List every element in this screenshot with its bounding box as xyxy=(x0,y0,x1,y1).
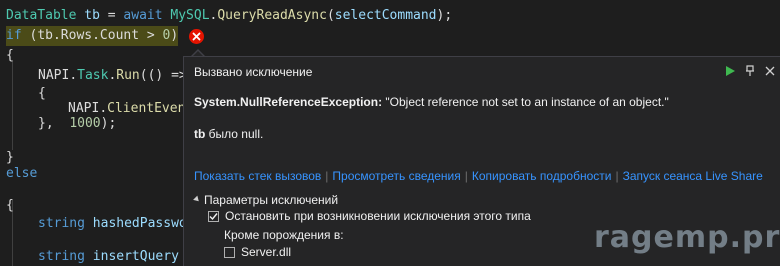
code-token: insertQuery xyxy=(92,249,179,264)
code-token: }, xyxy=(38,116,54,131)
code-token: string xyxy=(38,249,85,264)
exception-settings-title: Параметры исключений xyxy=(204,193,339,207)
code-token: ) xyxy=(170,28,179,43)
code-token: hashedPasswo xyxy=(92,216,187,231)
code-token: NAPI xyxy=(38,68,70,83)
indent-guide xyxy=(12,60,13,150)
code-line-5[interactable]: { xyxy=(38,84,46,104)
server-dll-label: Server.dll xyxy=(241,245,292,259)
separator: | xyxy=(615,169,619,183)
code-token: DataTable xyxy=(6,8,77,23)
code-token: ); xyxy=(436,8,453,23)
code-token: QueryReadAsync xyxy=(217,8,327,23)
show-call-stack-link[interactable]: Показать стек вызовов xyxy=(194,169,321,183)
code-token: = xyxy=(99,8,124,23)
expand-triangle-icon xyxy=(193,195,201,204)
separator: | xyxy=(464,169,468,183)
code-token: selectCommand xyxy=(334,8,437,23)
except-thrown-from-label: Кроме порождения в: xyxy=(224,228,344,242)
code-token: tb xyxy=(84,8,100,23)
continue-play-icon[interactable] xyxy=(722,63,738,79)
code-line-9[interactable]: else xyxy=(6,164,37,184)
popup-header: Вызвано исключение xyxy=(184,57,780,85)
exception-type: System.NullReferenceException: xyxy=(194,95,383,109)
code-token: Run xyxy=(116,68,140,83)
code-token: (() => xyxy=(139,68,187,83)
code-line-4[interactable]: NAPI.Task.Run(() => xyxy=(38,66,187,86)
code-line-10[interactable]: { xyxy=(6,196,14,216)
null-variable-text: было null. xyxy=(205,127,264,141)
null-variable-info: tb было null. xyxy=(194,127,263,141)
action-links: Показать стек вызовов | Просмотреть сведен… xyxy=(194,169,763,183)
watermark: ragemp.pro xyxy=(594,220,780,255)
code-token: . xyxy=(69,68,78,83)
break-on-exception-label: Остановить при возникновении исключения … xyxy=(225,209,531,223)
separator: | xyxy=(325,169,329,183)
code-token: Task xyxy=(77,68,109,83)
code-line-7[interactable]: }, 1000); xyxy=(38,114,116,134)
close-icon[interactable] xyxy=(762,63,778,79)
code-line-3[interactable]: { xyxy=(6,46,14,66)
live-share-link[interactable]: Запуск сеанса Live Share xyxy=(623,169,763,183)
code-token: await xyxy=(123,8,163,23)
code-token: ( xyxy=(21,28,38,43)
exception-settings-header[interactable]: Параметры исключений xyxy=(193,193,339,207)
code-line-1[interactable]: DataTable tb = await MySQL.QueryReadAsyn… xyxy=(6,6,452,26)
exception-description: System.NullReferenceException: "Object r… xyxy=(194,95,669,109)
code-token: > xyxy=(139,28,163,43)
pin-icon[interactable] xyxy=(742,63,758,79)
popup-title: Вызвано исключение xyxy=(194,65,313,79)
code-token: tb.Rows.Count xyxy=(37,28,140,43)
exception-message: "Object reference not set to an instance… xyxy=(382,95,669,109)
code-line-12[interactable]: string insertQuery xyxy=(38,247,179,266)
exception-error-icon[interactable] xyxy=(189,29,204,44)
view-details-link[interactable]: Просмотреть сведения xyxy=(332,169,460,183)
code-token: ( xyxy=(326,8,335,23)
code-token: string xyxy=(38,216,85,231)
module-exclusion-option[interactable]: Server.dll xyxy=(224,245,291,259)
null-variable-name: tb xyxy=(194,127,206,141)
break-on-exception-option[interactable]: Остановить при возникновении исключения … xyxy=(208,209,531,223)
break-on-exception-checkbox[interactable] xyxy=(208,210,219,222)
server-dll-checkbox[interactable] xyxy=(224,246,235,258)
code-token: MySQL xyxy=(170,8,210,23)
code-token: ClientEven xyxy=(107,101,186,116)
copy-details-link[interactable]: Копировать подробности xyxy=(472,169,612,183)
code-line-2-current[interactable]: if (tb.Rows.Count > 0) xyxy=(6,26,179,46)
code-token: if xyxy=(6,28,22,43)
code-token: 1000 xyxy=(69,116,101,131)
code-token: ); xyxy=(100,116,117,131)
code-line-11[interactable]: string hashedPasswo xyxy=(38,214,187,234)
